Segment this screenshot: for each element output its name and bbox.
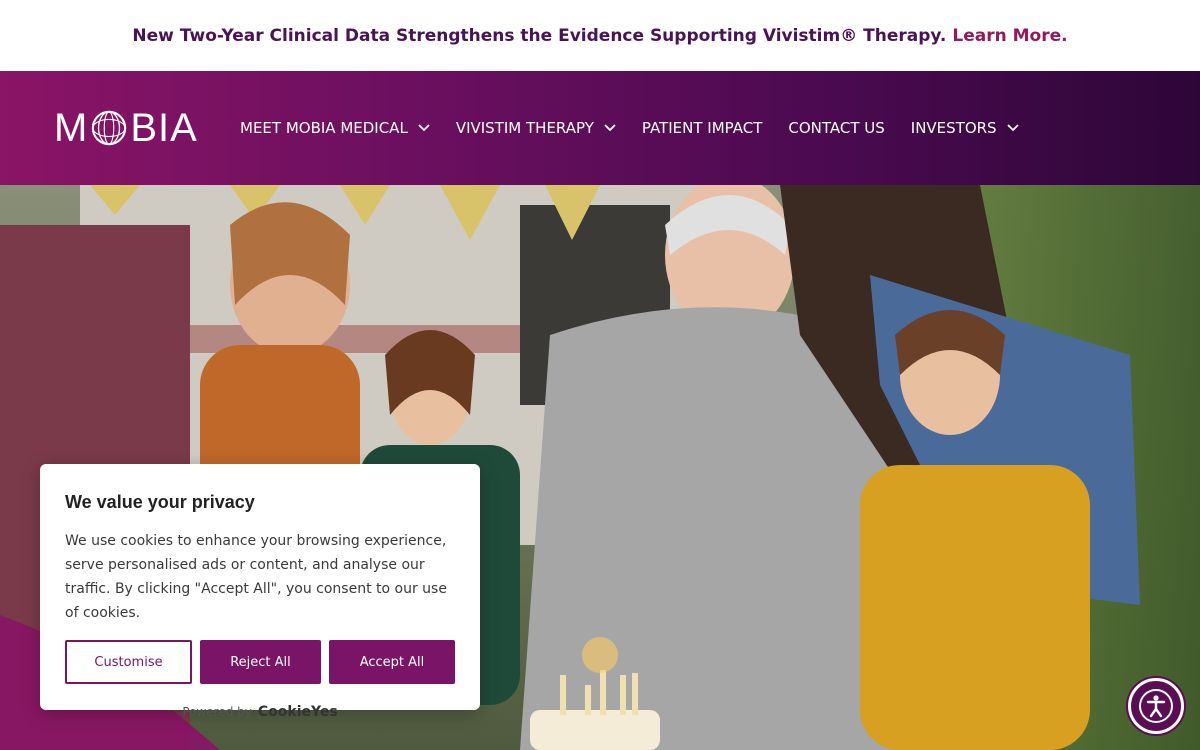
accept-all-button[interactable]: Accept All — [329, 640, 455, 684]
customise-button[interactable]: Customise — [65, 640, 192, 684]
nav-item-label: MEET MOBIA MEDICAL — [240, 119, 408, 137]
logo-text-right: BIA — [130, 105, 198, 150]
nav-item-vivistim[interactable]: VIVISTIM THERAPY — [456, 119, 616, 137]
cookie-banner: We value your privacy We use cookies to … — [40, 464, 480, 720]
powered-by: Powered by CookieYes — [65, 704, 455, 720]
nav-item-meet-mobia[interactable]: MEET MOBIA MEDICAL — [240, 119, 430, 137]
mobia-logo[interactable]: M BIA — [54, 106, 198, 150]
powered-by-label: Powered by — [182, 705, 252, 719]
chevron-down-icon — [604, 124, 616, 132]
nav-item-contact[interactable]: CONTACT US — [788, 119, 884, 137]
announcement-text: New Two-Year Clinical Data Strengthens t… — [132, 25, 947, 46]
nav-item-investors[interactable]: INVESTORS — [911, 119, 1019, 137]
chevron-down-icon — [418, 124, 430, 132]
cookieyes-logo[interactable]: CookieYes — [258, 704, 338, 720]
nav-item-label: PATIENT IMPACT — [641, 119, 763, 137]
chevron-down-icon — [1006, 124, 1019, 132]
nav-item-label: VIVISTIM THERAPY — [455, 119, 594, 137]
cookie-buttons: Customise Reject All Accept All — [65, 640, 455, 684]
site-header: M BIA MEET MOBIA MEDICAL VIVISTIM THERAP… — [0, 71, 1200, 185]
nav-item-label: INVESTORS — [910, 119, 997, 137]
accessibility-button[interactable] — [1128, 678, 1184, 734]
accessibility-icon — [1139, 689, 1173, 723]
logo-ring-icon — [92, 110, 127, 146]
main-nav: MEET MOBIA MEDICAL VIVISTIM THERAPY PATI… — [240, 71, 1045, 185]
learn-more-link[interactable]: Learn More. — [952, 26, 1067, 46]
nav-item-label: CONTACT US — [788, 119, 885, 137]
logo-text-left: M — [54, 105, 89, 150]
announcement-bar: New Two-Year Clinical Data Strengthens t… — [0, 0, 1200, 71]
cookie-body: We use cookies to enhance your browsing … — [65, 533, 447, 621]
reject-all-button[interactable]: Reject All — [200, 640, 321, 684]
cookie-title: We value your privacy — [65, 492, 255, 512]
nav-item-patient-impact[interactable]: PATIENT IMPACT — [642, 119, 762, 137]
